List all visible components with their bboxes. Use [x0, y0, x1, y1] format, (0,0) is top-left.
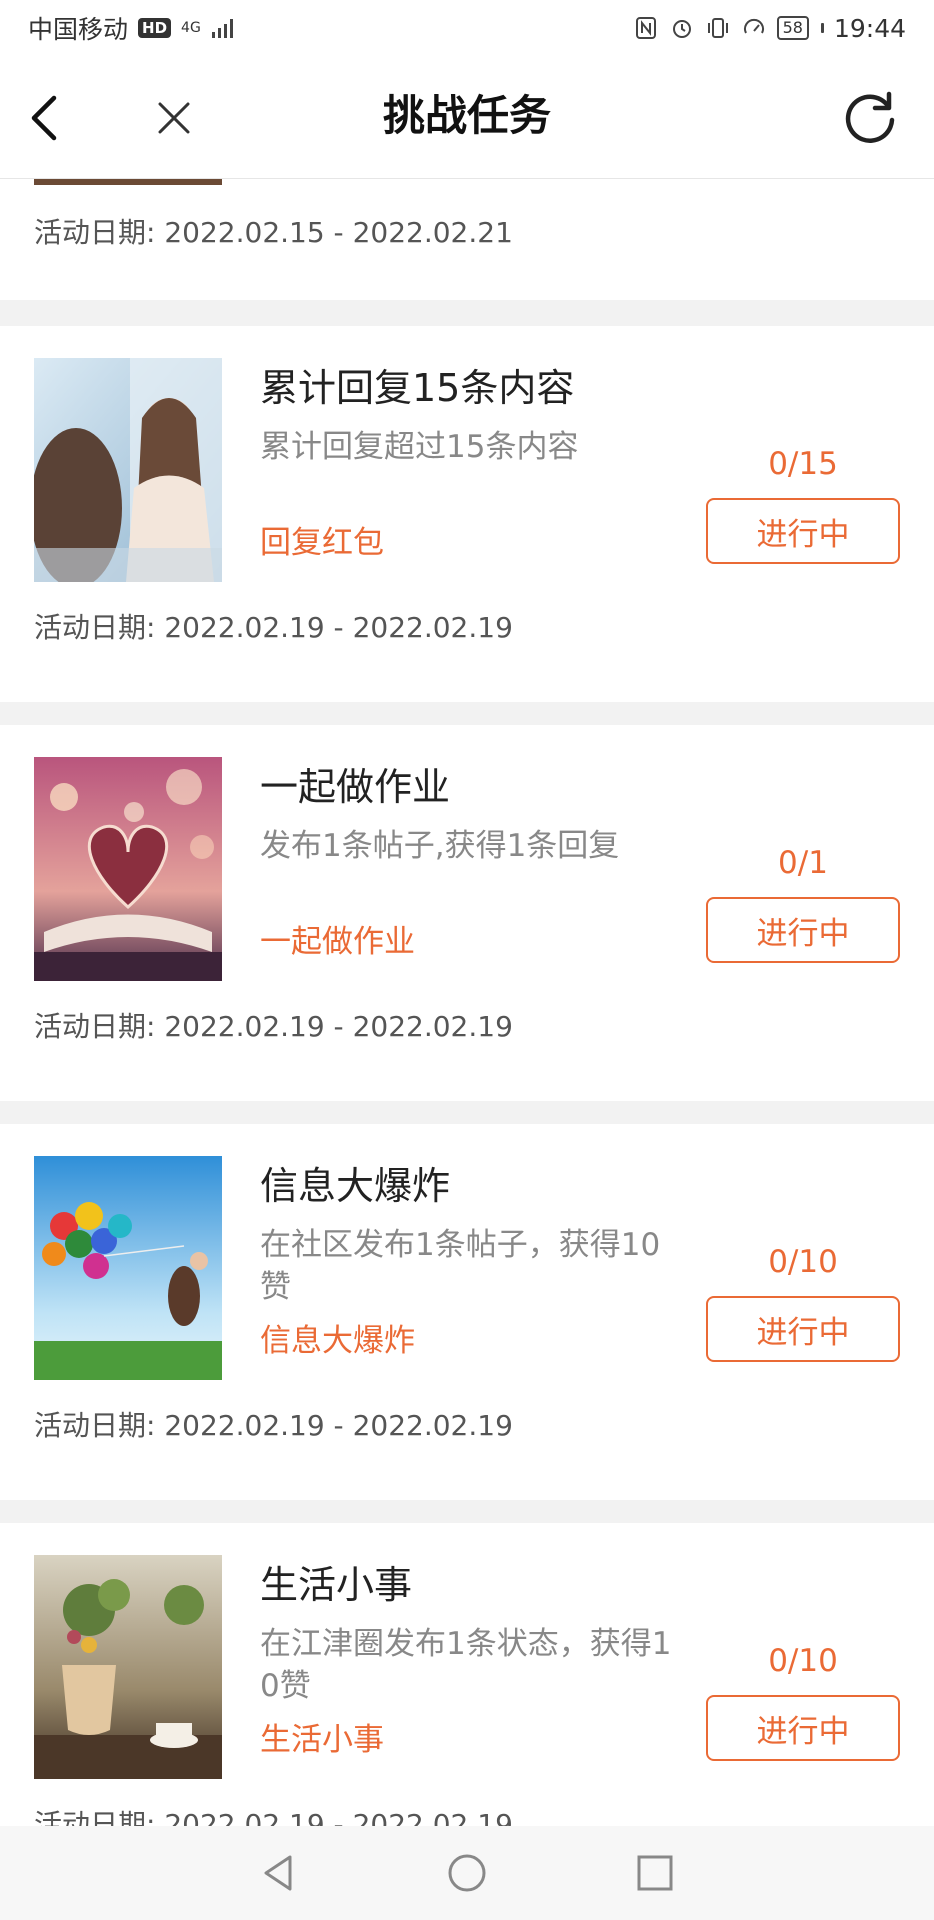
task-reward: 信息大爆炸	[260, 1323, 415, 1359]
task-thumbnail	[34, 757, 222, 981]
system-nav-bar	[0, 1826, 934, 1920]
status-left: 中国移动 HD 4G	[28, 10, 237, 46]
thumbnail-partial	[34, 179, 222, 185]
clock: 19:44	[833, 13, 906, 43]
network-label: 4G	[181, 20, 201, 36]
task-progress: 0/15	[768, 446, 838, 482]
task-progress: 0/10	[768, 1244, 838, 1280]
battery-icon: 58	[776, 16, 809, 40]
nav-recents-square-icon[interactable]	[634, 1852, 676, 1894]
date-label: 活动日期:	[34, 216, 156, 249]
task-description: 在江津圈发布1条状态，获得10赞	[260, 1626, 672, 1704]
task-title: 信息大爆炸	[260, 1164, 451, 1208]
task-reward: 一起做作业	[260, 924, 415, 960]
task-title: 累计回复15条内容	[260, 366, 575, 410]
task-description: 累计回复超过15条内容	[260, 429, 579, 465]
nfc-icon	[633, 15, 659, 41]
date-label: 活动日期:	[34, 1409, 156, 1442]
task-title: 一起做作业	[260, 765, 451, 809]
task-list[interactable]: 活动日期: 2022.02.15 - 2022.02.21 累计回复15条内容 …	[0, 179, 934, 1826]
status-button[interactable]: 进行中	[706, 897, 900, 963]
date-label: 活动日期:	[34, 1010, 156, 1043]
task-date: 活动日期: 2022.02.19 - 2022.02.19	[34, 1805, 513, 1826]
task-progress: 0/10	[768, 1643, 838, 1679]
date-label: 活动日期:	[34, 611, 156, 644]
date-range: 2022.02.19 - 2022.02.19	[164, 611, 513, 644]
carrier-label: 中国移动	[28, 15, 129, 44]
task-card[interactable]: 生活小事 在江津圈发布1条状态，获得10赞 生活小事 0/10 进行中 活动日期…	[0, 1523, 934, 1826]
task-progress: 0/1	[778, 845, 828, 881]
task-card[interactable]: 累计回复15条内容 累计回复超过15条内容 回复红包 0/15 进行中 活动日期…	[0, 326, 934, 702]
vibrate-icon	[705, 15, 731, 41]
navbar: 挑战任务	[0, 56, 934, 179]
status-button[interactable]: 进行中	[706, 1695, 900, 1761]
nav-back-triangle-icon[interactable]	[258, 1852, 300, 1894]
date-range: 2022.02.19 - 2022.02.19	[164, 1010, 513, 1043]
status-right: 58 19:44	[633, 14, 906, 43]
task-date: 活动日期: 2022.02.15 - 2022.02.21	[34, 213, 513, 253]
nav-home-circle-icon[interactable]	[446, 1852, 488, 1894]
task-title: 生活小事	[260, 1563, 413, 1607]
task-date: 活动日期: 2022.02.19 - 2022.02.19	[34, 1007, 513, 1047]
status-button[interactable]: 进行中	[706, 1296, 900, 1362]
task-thumbnail	[34, 1156, 222, 1380]
task-card[interactable]: 一起做作业 发布1条帖子,获得1条回复 一起做作业 0/1 进行中 活动日期: …	[0, 725, 934, 1101]
task-date: 活动日期: 2022.02.19 - 2022.02.19	[34, 1406, 513, 1446]
task-description: 发布1条帖子,获得1条回复	[260, 828, 620, 864]
task-thumbnail	[34, 1555, 222, 1779]
task-date: 活动日期: 2022.02.19 - 2022.02.19	[34, 608, 513, 648]
date-range: 2022.02.19 - 2022.02.19	[164, 1409, 513, 1442]
task-card-partial: 活动日期: 2022.02.15 - 2022.02.21	[0, 179, 934, 300]
hd-badge: HD	[138, 18, 172, 38]
task-description: 在社区发布1条帖子，获得10赞	[260, 1227, 661, 1305]
task-reward: 生活小事	[260, 1722, 384, 1758]
page-title: 挑战任务	[382, 91, 551, 140]
status-bar: 中国移动 HD 4G 58 19:44	[0, 0, 934, 56]
speed-icon	[741, 15, 767, 41]
battery-tip	[820, 23, 824, 33]
status-button[interactable]: 进行中	[706, 498, 900, 564]
refresh-icon[interactable]	[840, 88, 900, 148]
date-range: 2022.02.15 - 2022.02.21	[164, 216, 513, 249]
date-range: 2022.02.19 - 2022.02.19	[164, 1808, 513, 1826]
task-thumbnail	[34, 358, 222, 582]
date-label: 活动日期:	[34, 1808, 156, 1826]
task-reward: 回复红包	[260, 525, 384, 561]
signal-icon	[211, 15, 237, 41]
alarm-icon	[669, 15, 695, 41]
battery-level: 58	[782, 18, 803, 37]
task-card[interactable]: 信息大爆炸 在社区发布1条帖子，获得10赞 信息大爆炸 0/10 进行中 活动日…	[0, 1124, 934, 1500]
